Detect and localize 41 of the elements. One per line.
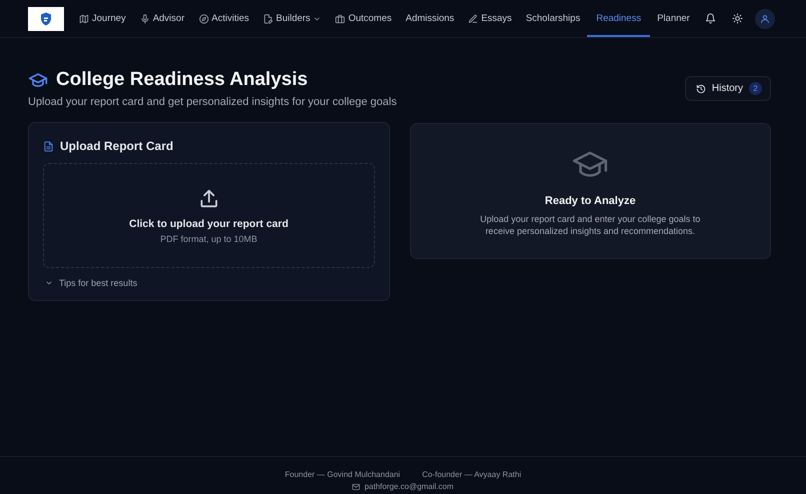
logo[interactable] <box>28 6 64 30</box>
chevron-icon <box>45 279 53 287</box>
bell-icon[interactable] <box>704 13 716 24</box>
compass-icon <box>198 14 208 24</box>
nav-link[interactable]: Journey <box>72 0 133 37</box>
dropzone-hint: PDF format, up to 10MB <box>160 234 258 244</box>
analyze-title: Ready to Analyze <box>544 194 636 207</box>
user-icon <box>760 14 770 24</box>
microphone-icon <box>140 14 150 24</box>
map-icon <box>79 14 89 24</box>
sun-icon[interactable] <box>732 13 743 24</box>
footer-credit: Co-founder — Avyaay Rathi <box>422 470 522 479</box>
nav-link[interactable]: Activities <box>192 0 256 37</box>
history-icon <box>696 84 706 94</box>
page-title: College Readiness Analysis <box>56 69 308 91</box>
analyze-description: Upload your report card and enter your college goals to receive personalized insights and recommendations. <box>479 212 702 238</box>
shield-icon <box>40 12 52 26</box>
mail-icon <box>352 482 360 490</box>
history-button[interactable]: History 2 <box>684 76 771 101</box>
page-subtitle: Upload your report card and get personalized insights for your college goals <box>28 96 397 108</box>
card-title: Upload Report Card <box>60 139 174 153</box>
footer-credit: Founder — Govind Mulchandani <box>284 470 400 479</box>
file-edit-icon <box>262 14 273 24</box>
nav-link[interactable]: Planner <box>650 0 697 37</box>
history-count: 2 <box>749 82 762 95</box>
nav-link[interactable]: Scholarships <box>518 0 588 37</box>
nav-link[interactable]: Advisor <box>132 0 192 37</box>
history-label: History <box>712 83 743 94</box>
tips-toggle[interactable]: Tips for best results <box>43 278 374 288</box>
upload-dropzone[interactable]: Click to upload your report card PDF format, up to 10MB <box>43 163 374 268</box>
pen-icon <box>468 14 478 24</box>
briefcase-icon <box>335 14 346 24</box>
nav-link[interactable]: Readiness <box>587 0 650 37</box>
user-avatar[interactable] <box>754 8 775 28</box>
dropzone-title: Click to upload your report card <box>129 218 288 230</box>
nav-link[interactable]: Outcomes <box>328 0 399 37</box>
footer-email[interactable]: pathforge.co@gmail.com <box>364 482 454 491</box>
document-icon <box>43 140 54 152</box>
nav-link[interactable]: Essays <box>461 0 519 37</box>
nav-link[interactable]: Builders <box>256 0 328 37</box>
nav-link[interactable]: Admissions <box>398 0 462 37</box>
